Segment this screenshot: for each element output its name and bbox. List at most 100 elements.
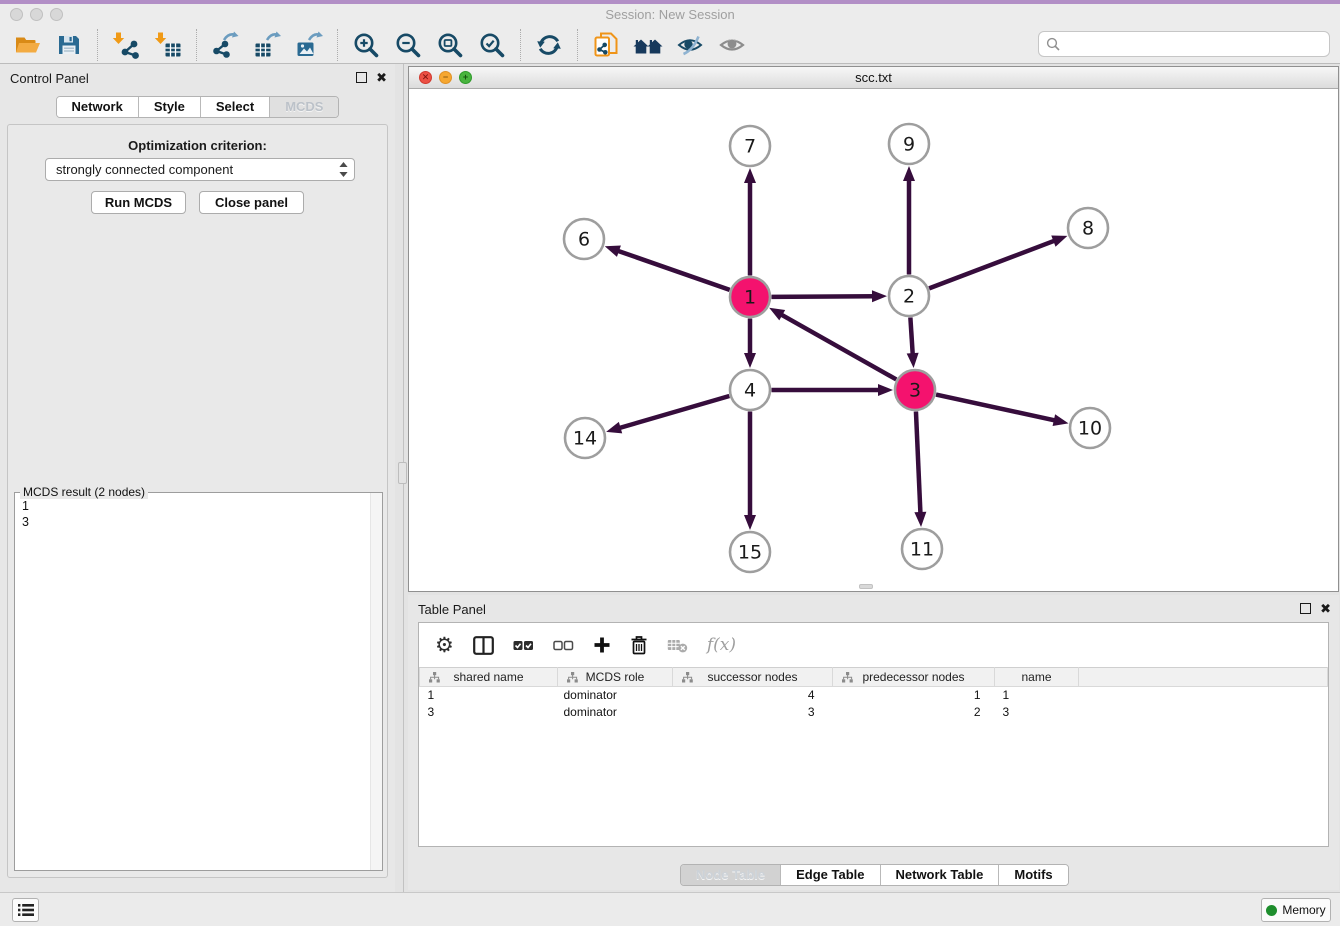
svg-text:8: 8 [1082, 218, 1094, 240]
open-folder-icon [14, 32, 41, 58]
zoom-window-button[interactable] [50, 8, 63, 21]
export-network-button[interactable] [207, 28, 243, 62]
memory-button[interactable]: Memory [1261, 898, 1331, 922]
duplicate-network-button[interactable] [588, 28, 624, 62]
edge-4-14[interactable] [618, 396, 730, 428]
result-scrollbar[interactable] [370, 493, 382, 870]
hide-graphics-details-button[interactable] [672, 28, 708, 62]
node-9[interactable]: 9 [889, 124, 929, 164]
task-history-button[interactable] [12, 898, 39, 922]
search-field[interactable] [1038, 31, 1330, 57]
split-panel-icon[interactable] [473, 633, 494, 657]
zoom-in-button[interactable] [348, 28, 384, 62]
import-table-icon [154, 31, 182, 59]
unselect-all-icon[interactable] [553, 633, 574, 657]
optimization-criterion-label: Optimization criterion: [8, 138, 387, 153]
tab-motifs[interactable]: Motifs [998, 865, 1067, 885]
column-header-shared-name[interactable]: shared name [420, 668, 558, 687]
zoom-selected-button[interactable] [474, 28, 510, 62]
svg-text:11: 11 [910, 539, 934, 561]
save-session-button[interactable] [51, 28, 87, 62]
delete-table-icon[interactable] [667, 633, 688, 657]
node-7[interactable]: 7 [730, 126, 770, 166]
edge-2-8[interactable] [929, 240, 1056, 288]
node-11[interactable]: 11 [902, 529, 942, 569]
canvas-scroll-thumb[interactable] [859, 584, 873, 589]
edge-3-1[interactable] [780, 314, 897, 380]
import-network-icon [112, 31, 140, 59]
tab-mcds[interactable]: MCDS [269, 97, 338, 117]
node-4[interactable]: 4 [730, 370, 770, 410]
zoom-out-icon [394, 31, 422, 59]
export-table-button[interactable] [249, 28, 285, 62]
tab-style[interactable]: Style [138, 97, 200, 117]
network-frame-titlebar[interactable]: ✕ − + scc.txt [409, 67, 1338, 89]
node-2[interactable]: 2 [889, 276, 929, 316]
show-graphics-details-button[interactable] [714, 28, 750, 62]
import-network-button[interactable] [108, 28, 144, 62]
column-header-successor-nodes[interactable]: successor nodes [673, 668, 833, 687]
svg-text:7: 7 [744, 136, 756, 158]
zoom-fit-button[interactable] [432, 28, 468, 62]
function-builder-icon[interactable]: f(x) [707, 633, 736, 657]
float-table-panel-icon[interactable] [1300, 603, 1311, 614]
namespace-tree-icon [567, 672, 578, 686]
import-table-button[interactable] [150, 28, 186, 62]
edge-1-6[interactable] [616, 250, 730, 290]
close-window-button[interactable] [10, 8, 23, 21]
tab-node-table[interactable]: Node Table [681, 865, 780, 885]
svg-text:14: 14 [573, 428, 597, 450]
svg-text:15: 15 [738, 542, 762, 564]
refresh-view-button[interactable] [531, 28, 567, 62]
edge-arrowhead [606, 422, 622, 434]
tab-edge-table[interactable]: Edge Table [780, 865, 879, 885]
column-header-mcds-role[interactable]: MCDS role [558, 668, 673, 687]
close-table-panel-icon[interactable]: ✖ [1320, 603, 1331, 614]
column-header-name[interactable]: name [995, 668, 1079, 687]
edge-1-2[interactable] [771, 296, 875, 297]
tab-network[interactable]: Network [57, 97, 138, 117]
search-icon [1046, 37, 1060, 51]
close-panel-icon[interactable]: ✖ [376, 72, 387, 83]
table-row[interactable]: 1dominator411 [420, 687, 1328, 704]
export-image-button[interactable] [291, 28, 327, 62]
criterion-dropdown[interactable]: strongly connected component [45, 158, 355, 181]
splitter-handle[interactable] [398, 462, 407, 484]
float-panel-icon[interactable] [356, 72, 367, 83]
control-panel: Control Panel ✖ Network Style Select MCD… [0, 64, 395, 892]
search-input[interactable] [1064, 34, 1329, 54]
node-14[interactable]: 14 [565, 418, 605, 458]
delete-column-icon[interactable] [630, 633, 648, 657]
edge-2-3[interactable] [910, 317, 912, 356]
table-panel: Table Panel ✖ ⚙ [408, 595, 1339, 890]
node-15[interactable]: 15 [730, 532, 770, 572]
network-canvas[interactable]: 7 9 6 8 1 2 4 3 14 10 15 11 [409, 89, 1338, 591]
settings-gear-icon[interactable]: ⚙ [435, 633, 454, 657]
window-controls[interactable] [10, 8, 63, 21]
edge-3-11[interactable] [916, 411, 921, 515]
open-session-button[interactable] [9, 28, 45, 62]
zoom-out-button[interactable] [390, 28, 426, 62]
node-3[interactable]: 3 [895, 370, 935, 410]
tab-select[interactable]: Select [200, 97, 269, 117]
add-column-icon[interactable] [593, 633, 611, 657]
column-header-predecessor-nodes[interactable]: predecessor nodes [833, 668, 995, 687]
table-header-row[interactable]: shared name MCDS role successor nodes pr… [420, 668, 1328, 687]
node-8[interactable]: 8 [1068, 208, 1108, 248]
edge-3-10[interactable] [936, 395, 1057, 421]
tab-network-table[interactable]: Network Table [880, 865, 999, 885]
node-10[interactable]: 10 [1070, 408, 1110, 448]
minimize-window-button[interactable] [30, 8, 43, 21]
run-mcds-button[interactable]: Run MCDS [91, 191, 186, 214]
frame-minimize-button[interactable]: − [439, 71, 452, 84]
home-networks-button[interactable] [630, 28, 666, 62]
result-line: 3 [22, 514, 29, 530]
table-row[interactable]: 3dominator323 [420, 704, 1328, 721]
select-all-icon[interactable] [513, 633, 534, 657]
node-1[interactable]: 1 [730, 277, 770, 317]
node-6[interactable]: 6 [564, 219, 604, 259]
frame-maximize-button[interactable]: + [459, 71, 472, 84]
close-panel-button[interactable]: Close panel [199, 191, 304, 214]
column-header-filler [1079, 668, 1328, 687]
frame-close-button[interactable]: ✕ [419, 71, 432, 84]
